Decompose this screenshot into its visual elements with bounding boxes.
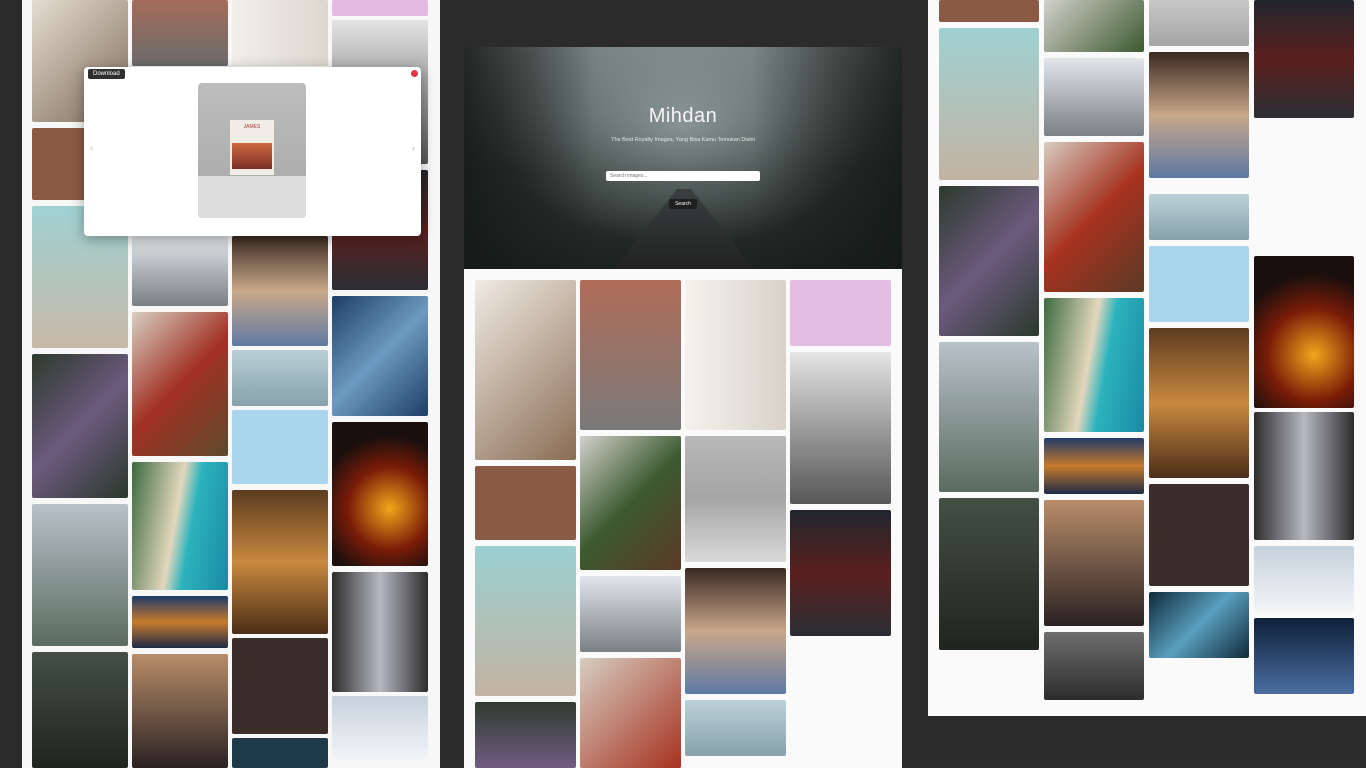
gallery-image[interactable] <box>232 0 328 66</box>
gallery-image[interactable] <box>1149 246 1249 322</box>
gallery-image[interactable] <box>1149 592 1249 658</box>
gallery-image[interactable] <box>232 738 328 768</box>
gallery-image[interactable] <box>1044 58 1144 136</box>
gallery-image[interactable] <box>232 410 328 484</box>
gallery-image[interactable] <box>232 350 328 406</box>
forest-shade-left <box>464 47 594 269</box>
search-input[interactable] <box>606 171 760 181</box>
image-preview-modal: Download ‹ › JAMES <box>84 67 421 236</box>
gallery-image[interactable] <box>32 504 128 646</box>
gallery-image[interactable] <box>475 702 576 768</box>
gallery-image[interactable] <box>132 236 228 306</box>
gallery-image[interactable] <box>232 236 328 346</box>
gallery-image[interactable] <box>580 576 681 652</box>
gallery-image[interactable] <box>1254 618 1354 694</box>
gallery-image[interactable] <box>232 490 328 634</box>
gallery-image[interactable] <box>1149 0 1249 46</box>
download-button[interactable]: Download <box>88 69 125 79</box>
gallery-image[interactable] <box>332 696 428 760</box>
gallery-image[interactable] <box>1044 500 1144 626</box>
gallery-image[interactable] <box>790 352 891 504</box>
gallery-image[interactable] <box>939 186 1039 336</box>
gallery-image[interactable] <box>1149 484 1249 586</box>
chevron-left-icon[interactable]: ‹ <box>90 143 93 154</box>
gallery-image[interactable] <box>132 312 228 456</box>
gallery-image[interactable] <box>332 572 428 692</box>
gallery-image[interactable] <box>939 0 1039 22</box>
gallery-image[interactable] <box>939 342 1039 492</box>
site-title: Mihdan <box>648 105 718 127</box>
gallery-image[interactable] <box>1044 298 1144 432</box>
gallery-image[interactable] <box>790 280 891 346</box>
gallery-image[interactable] <box>1254 0 1354 118</box>
gallery-image[interactable] <box>1044 0 1144 52</box>
gallery-panel-left: Download ‹ › JAMES <box>22 0 440 768</box>
gallery-image[interactable] <box>1254 546 1354 612</box>
gallery-image[interactable] <box>32 354 128 498</box>
book-cover: JAMES <box>230 120 274 175</box>
gallery-image[interactable] <box>1254 256 1354 408</box>
gallery-panel-right <box>928 0 1366 716</box>
gallery-image[interactable] <box>939 28 1039 180</box>
gallery-image[interactable] <box>332 422 428 566</box>
chevron-right-icon[interactable]: › <box>412 143 415 154</box>
gallery-image[interactable] <box>232 638 328 734</box>
gallery-image[interactable] <box>132 596 228 648</box>
pedestal-shape <box>198 176 306 218</box>
gallery-image[interactable] <box>132 462 228 590</box>
hero-banner: Mihdan The Best Royalty Images, Yang Bis… <box>464 47 902 269</box>
homepage-panel: Mihdan The Best Royalty Images, Yang Bis… <box>464 47 902 768</box>
site-subtitle: The Best Royalty Images, Yang Bisa Kamu … <box>611 137 755 143</box>
gallery-image[interactable] <box>685 568 786 694</box>
forest-shade-right <box>752 47 902 269</box>
gallery-image[interactable] <box>475 280 576 460</box>
gallery-image[interactable] <box>475 546 576 696</box>
gallery-image[interactable] <box>1044 438 1144 494</box>
gallery-image[interactable] <box>1149 328 1249 478</box>
gallery-image[interactable] <box>790 510 891 636</box>
gallery-image[interactable] <box>475 466 576 540</box>
gallery-image[interactable] <box>132 0 228 66</box>
gallery-image[interactable] <box>685 436 786 562</box>
gallery-image[interactable] <box>580 658 681 768</box>
book-art <box>232 143 272 169</box>
search-button[interactable]: Search <box>669 199 697 209</box>
gallery-image[interactable] <box>939 498 1039 650</box>
gallery-image[interactable] <box>685 280 786 430</box>
gallery-image[interactable] <box>332 0 428 16</box>
gallery-image[interactable] <box>1044 142 1144 292</box>
gallery-image[interactable] <box>132 654 228 768</box>
close-icon[interactable] <box>411 70 418 77</box>
preview-image: JAMES <box>198 83 306 218</box>
gallery-image[interactable] <box>1149 194 1249 240</box>
gallery-image[interactable] <box>332 296 428 416</box>
gallery-image[interactable] <box>1044 632 1144 700</box>
gallery-image[interactable] <box>580 280 681 430</box>
gallery-image[interactable] <box>580 436 681 570</box>
gallery-image[interactable] <box>1254 412 1354 540</box>
book-title: JAMES <box>243 124 261 130</box>
gallery-image[interactable] <box>685 700 786 756</box>
gallery-image[interactable] <box>32 652 128 768</box>
gallery-image[interactable] <box>1149 52 1249 178</box>
